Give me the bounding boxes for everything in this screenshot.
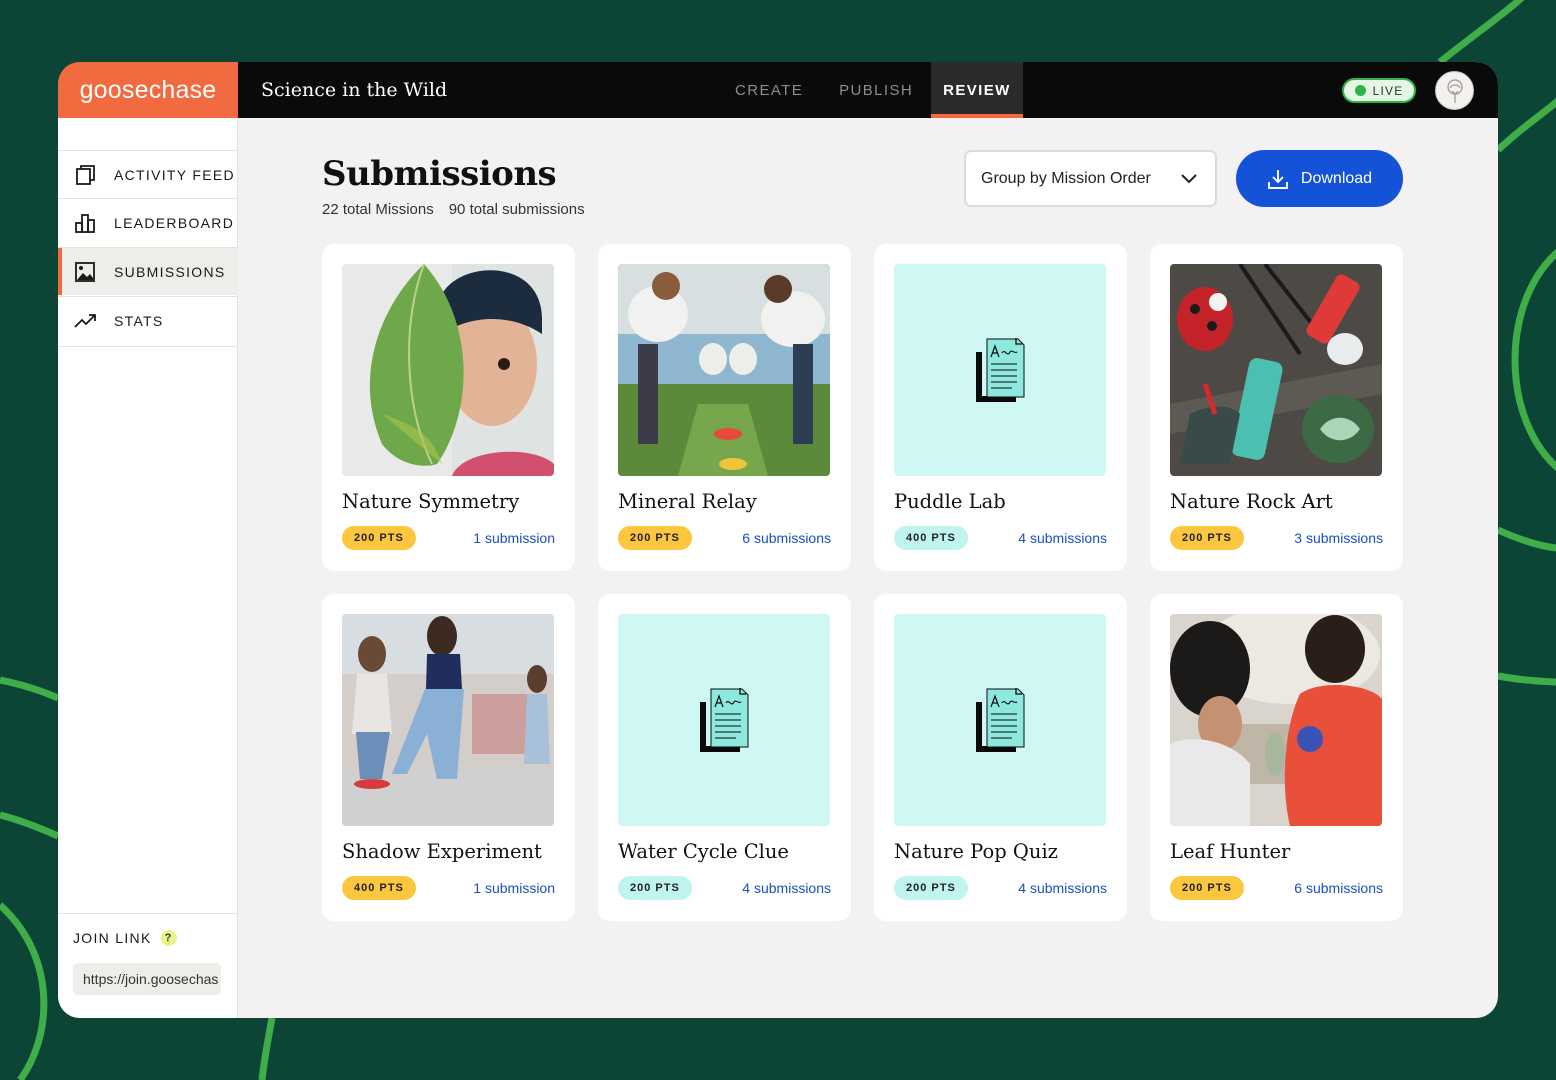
points-badge: 200 PTS xyxy=(618,526,692,550)
points-badge: 200 PTS xyxy=(894,876,968,900)
tab-review[interactable]: REVIEW xyxy=(931,62,1023,118)
join-link-label: JOIN LINK xyxy=(73,930,152,946)
sidebar-item-label: LEADERBOARD xyxy=(114,214,235,231)
sidebar-item-label: SUBMISSIONS xyxy=(114,263,226,280)
text-mission-icon xyxy=(976,338,1025,402)
mission-title: Mineral Relay xyxy=(618,490,757,513)
mission-thumbnail xyxy=(618,614,830,826)
download-button[interactable]: Download xyxy=(1236,150,1403,207)
live-label: LIVE xyxy=(1372,83,1404,98)
mission-thumbnail xyxy=(1170,614,1382,826)
project-title: Science in the Wild xyxy=(261,79,448,101)
submissions-link[interactable]: 6 submissions xyxy=(1294,880,1383,896)
leaderboard-icon xyxy=(75,214,95,233)
submissions-link[interactable]: 6 submissions xyxy=(742,530,831,546)
total-submissions-count: 90 total submissions xyxy=(448,201,585,218)
mission-grid: Nature Symmetry 200 PTS 1 submission Min… xyxy=(322,244,1404,921)
mission-card-footer: 200 PTS 4 submissions xyxy=(894,876,1107,900)
mission-thumbnail xyxy=(342,614,554,826)
submissions-link[interactable]: 4 submissions xyxy=(1018,880,1107,896)
image-icon xyxy=(75,262,95,282)
top-bar: goosechase Science in the Wild CREATE PU… xyxy=(58,62,1498,118)
join-link-header: JOIN LINK ? xyxy=(73,930,223,946)
mission-card[interactable]: Shadow Experiment 400 PTS 1 submission xyxy=(322,594,575,921)
mission-card-footer: 400 PTS 1 submission xyxy=(342,876,555,900)
sidebar-item-stats[interactable]: STATS xyxy=(58,296,238,344)
mission-card[interactable]: Leaf Hunter 200 PTS 6 submissions xyxy=(1150,594,1403,921)
points-badge: 400 PTS xyxy=(894,526,968,550)
tab-publish[interactable]: PUBLISH xyxy=(821,62,931,118)
mission-card[interactable]: Water Cycle Clue 200 PTS 4 submissions xyxy=(598,594,851,921)
mission-thumbnail xyxy=(1170,264,1382,476)
group-by-value: Group by Mission Order xyxy=(981,169,1151,187)
points-badge: 400 PTS xyxy=(342,876,416,900)
relay-photo xyxy=(618,264,830,476)
leaf-kid-photo xyxy=(342,264,554,476)
mission-card-footer: 200 PTS 4 submissions xyxy=(618,876,831,900)
mission-card-footer: 200 PTS 6 submissions xyxy=(1170,876,1383,900)
sidebar-item-label: STATS xyxy=(114,312,164,329)
sidebar-divider xyxy=(58,346,238,347)
points-badge: 200 PTS xyxy=(342,526,416,550)
mission-title: Puddle Lab xyxy=(894,490,1006,513)
avatar-illustration-icon xyxy=(1446,78,1463,103)
group-by-dropdown[interactable]: Group by Mission Order xyxy=(964,150,1217,207)
points-badge: 200 PTS xyxy=(618,876,692,900)
submissions-link[interactable]: 3 submissions xyxy=(1294,530,1383,546)
sidebar-item-leaderboard[interactable]: LEADERBOARD xyxy=(58,198,238,246)
mission-card[interactable]: Mineral Relay 200 PTS 6 submissions xyxy=(598,244,851,571)
mission-title: Leaf Hunter xyxy=(1170,840,1291,863)
submissions-link[interactable]: 1 submission xyxy=(473,880,555,896)
mission-thumbnail xyxy=(894,614,1106,826)
mission-title: Nature Rock Art xyxy=(1170,490,1333,513)
sidebar-item-submissions[interactable]: SUBMISSIONS xyxy=(58,247,238,295)
download-icon xyxy=(1267,169,1288,189)
total-missions-count: 22 total Missions xyxy=(322,201,434,218)
mission-thumbnail xyxy=(894,264,1106,476)
mission-card[interactable]: Nature Rock Art 200 PTS 3 submissions xyxy=(1150,244,1403,571)
mission-card-footer: 200 PTS 1 submission xyxy=(342,526,555,550)
mission-card[interactable]: Nature Symmetry 200 PTS 1 submission xyxy=(322,244,575,571)
activity-feed-icon xyxy=(76,165,95,185)
rock-art-photo xyxy=(1170,264,1382,476)
mission-card[interactable]: Puddle Lab 400 PTS 4 submissions xyxy=(874,244,1127,571)
mission-title: Water Cycle Clue xyxy=(618,840,789,863)
mission-title: Shadow Experiment xyxy=(342,840,542,863)
mission-thumbnail xyxy=(342,264,554,476)
submissions-link[interactable]: 4 submissions xyxy=(742,880,831,896)
points-badge: 200 PTS xyxy=(1170,876,1244,900)
page-title: Submissions xyxy=(322,154,557,194)
mission-card-footer: 200 PTS 6 submissions xyxy=(618,526,831,550)
trending-up-icon xyxy=(74,314,96,328)
join-link-section: JOIN LINK ? https://join.goosechas xyxy=(58,913,238,995)
app-window: goosechase Science in the Wild CREATE PU… xyxy=(58,62,1498,1018)
page-subtitle: 22 total Missions 90 total submissions xyxy=(322,201,585,218)
shadow-photo xyxy=(342,614,554,826)
live-dot-icon xyxy=(1354,85,1366,96)
leaf-hunter-photo xyxy=(1170,614,1382,826)
text-mission-icon xyxy=(700,688,749,752)
help-icon[interactable]: ? xyxy=(160,930,177,946)
mission-card-footer: 200 PTS 3 submissions xyxy=(1170,526,1383,550)
mission-title: Nature Pop Quiz xyxy=(894,840,1058,863)
live-status-badge[interactable]: LIVE xyxy=(1342,78,1416,103)
mission-title: Nature Symmetry xyxy=(342,490,520,513)
points-badge: 200 PTS xyxy=(1170,526,1244,550)
user-avatar[interactable] xyxy=(1435,71,1474,110)
goosechase-logo[interactable]: goosechase xyxy=(58,62,238,118)
submissions-link[interactable]: 1 submission xyxy=(473,530,555,546)
mission-card-footer: 400 PTS 4 submissions xyxy=(894,526,1107,550)
text-mission-icon xyxy=(976,688,1025,752)
submissions-link[interactable]: 4 submissions xyxy=(1018,530,1107,546)
mission-card[interactable]: Nature Pop Quiz 200 PTS 4 submissions xyxy=(874,594,1127,921)
main-tabs: CREATE PUBLISH REVIEW xyxy=(717,62,1023,118)
sidebar-item-label: ACTIVITY FEED xyxy=(114,166,235,183)
sidebar: ACTIVITY FEED LEADERBOARD SUBMISSIONS ST… xyxy=(58,118,238,1018)
sidebar-item-activity-feed[interactable]: ACTIVITY FEED xyxy=(58,150,238,198)
join-link-field[interactable]: https://join.goosechas xyxy=(73,963,221,995)
chevron-down-icon xyxy=(1181,174,1197,184)
download-label: Download xyxy=(1300,169,1373,187)
tab-create[interactable]: CREATE xyxy=(717,62,821,118)
mission-thumbnail xyxy=(618,264,830,476)
